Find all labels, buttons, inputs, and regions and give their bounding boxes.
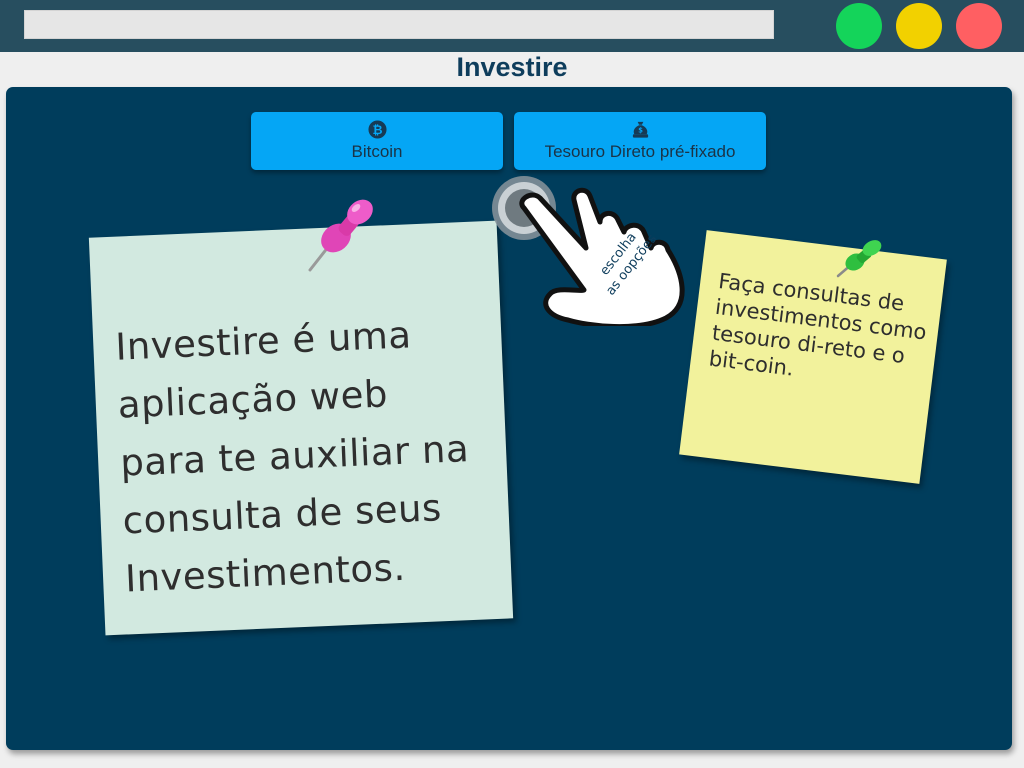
pointing-hand-icon	[519, 187, 685, 326]
tesouro-direto-button-label: Tesouro Direto pré-fixado	[544, 142, 736, 161]
window-topbar	[0, 0, 1024, 52]
tesouro-direto-button[interactable]: $ Tesouro Direto pré-fixado	[514, 112, 766, 170]
pink-pushpin-icon	[308, 199, 373, 272]
green-pushpin-icon	[836, 240, 882, 278]
close-button[interactable]	[956, 3, 1002, 49]
address-bar[interactable]	[24, 10, 774, 39]
info-note-text: Faça consultas de investimentos como tes…	[707, 269, 928, 381]
page-title: Investire	[456, 52, 568, 82]
intro-sticky-note: Investire é uma aplicação web para te au…	[88, 220, 514, 636]
minimize-button[interactable]	[896, 3, 942, 49]
maximize-button[interactable]	[836, 3, 882, 49]
svg-text:$: $	[638, 126, 643, 134]
svg-text:₿: ₿	[372, 123, 382, 137]
intro-note-text: Investire é uma aplicação web para te au…	[114, 313, 470, 601]
bitcoin-button[interactable]: ₿ Bitcoin	[251, 112, 503, 170]
info-sticky-note: Faça consultas de investimentos como tes…	[679, 230, 947, 484]
pointing-hand-hint: escolha as oopções	[492, 176, 685, 326]
bitcoin-icon: ₿	[367, 120, 387, 139]
bitcoin-button-label: Bitcoin	[351, 142, 403, 161]
money-bag-icon: $	[632, 121, 648, 138]
